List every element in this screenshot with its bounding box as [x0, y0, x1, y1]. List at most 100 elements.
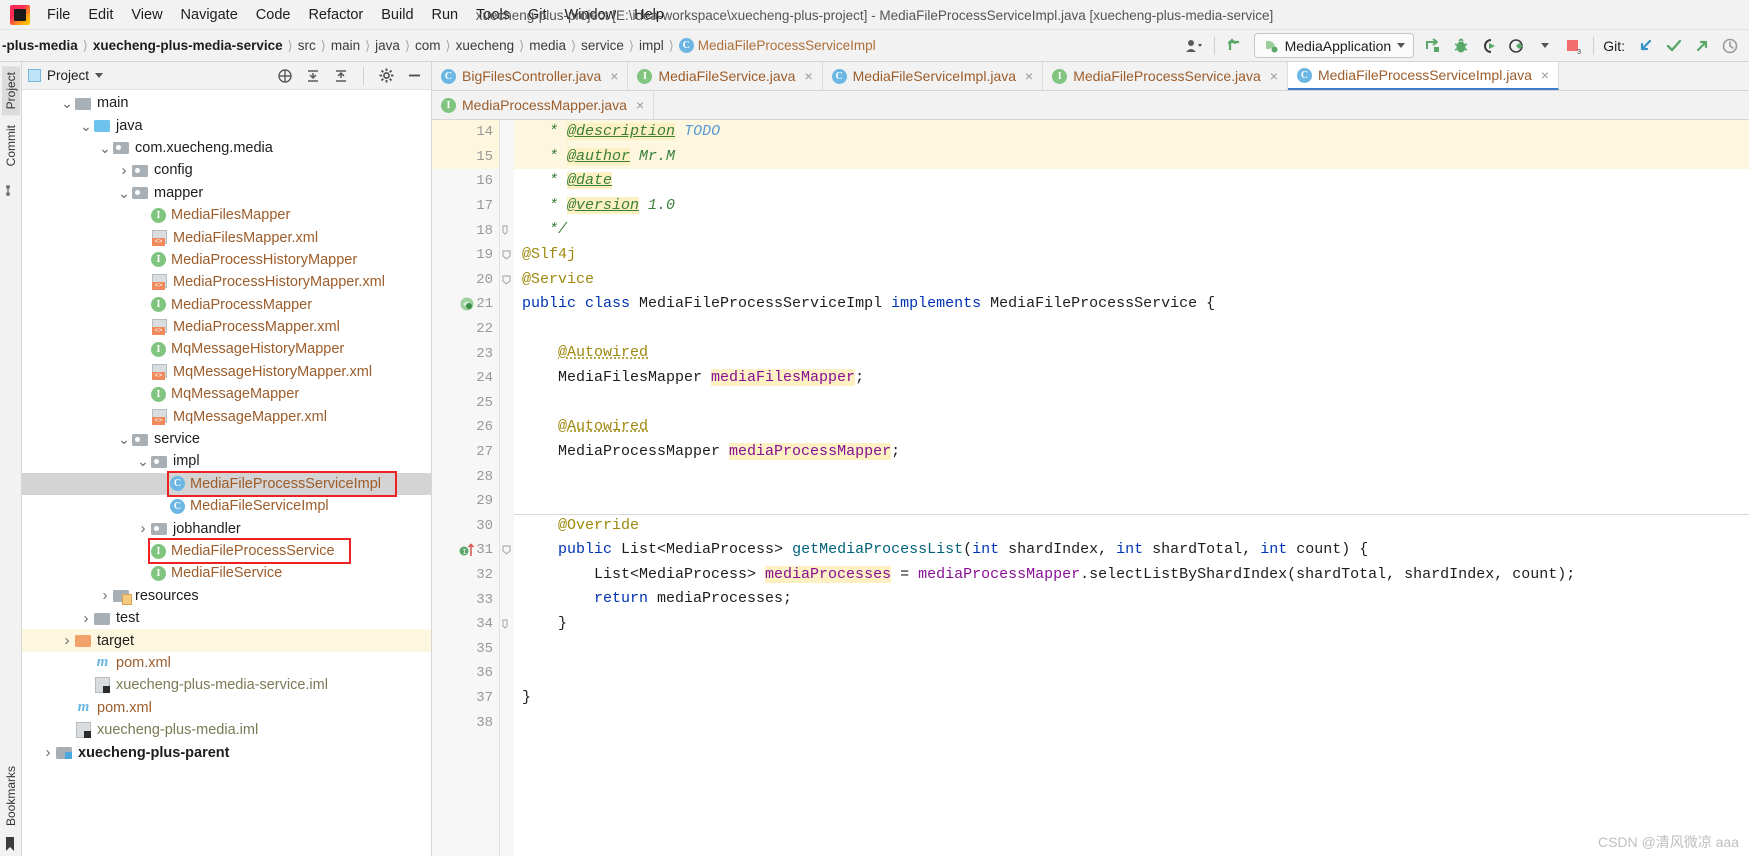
chevron-right-icon[interactable]: › [135, 520, 151, 537]
line-number[interactable]: 30 [432, 514, 499, 539]
git-push-icon[interactable] [1689, 34, 1715, 58]
line-number[interactable]: 29 [432, 489, 499, 514]
tree-node[interactable]: I MediaProcessMapper [22, 294, 431, 316]
code-line[interactable] [514, 636, 1749, 661]
menu-refactor[interactable]: Refactor [299, 3, 372, 27]
breadcrumb-item-4[interactable]: java [371, 38, 404, 53]
code-line[interactable]: * @version 1.0 [514, 194, 1749, 219]
tree-node[interactable]: C MediaFileProcessServiceImpl [22, 472, 431, 496]
tree-node[interactable]: ⌄ java [22, 114, 431, 136]
tree-node[interactable]: MqMessageMapper.xml [22, 405, 431, 427]
project-tree[interactable]: ⌄ main ⌄ java ⌄ com.xuecheng.media › config ⌄ map… [22, 90, 431, 856]
collapse-all-icon[interactable] [330, 65, 352, 87]
chevron-down-icon[interactable]: ⌄ [116, 186, 132, 200]
line-number[interactable]: 15 [432, 144, 499, 170]
tree-node[interactable]: xuecheng-plus-media.iml [22, 719, 431, 741]
user-accounts-icon[interactable] [1181, 34, 1207, 58]
tree-node[interactable]: › resources [22, 585, 431, 607]
line-number[interactable]: 28 [432, 464, 499, 489]
line-number[interactable]: 37 [432, 686, 499, 711]
spring-bean-icon[interactable] [459, 296, 475, 312]
tree-node[interactable]: MediaFilesMapper.xml [22, 226, 431, 248]
close-icon[interactable]: × [1538, 67, 1549, 83]
tree-node[interactable]: I MqMessageHistoryMapper [22, 338, 431, 360]
tree-node[interactable]: › target [22, 629, 431, 652]
line-number[interactable]: 38 [432, 710, 499, 735]
chevron-right-icon[interactable]: › [59, 632, 75, 649]
breadcrumb-item-9[interactable]: impl [635, 38, 668, 53]
tree-node[interactable]: MqMessageHistoryMapper.xml [22, 361, 431, 383]
close-icon[interactable]: × [633, 97, 644, 113]
editor-tab[interactable]: I MediaProcessMapper.java × [432, 91, 655, 119]
code-line[interactable]: } [514, 686, 1749, 711]
breadcrumb-item-2[interactable]: src [294, 38, 320, 53]
chevron-down-icon[interactable]: ⌄ [116, 432, 132, 446]
git-history-icon[interactable] [1717, 34, 1743, 58]
code-line[interactable]: MediaProcessMapper mediaProcessMapper; [514, 440, 1749, 465]
editor-tabs-row-1[interactable]: C BigFilesController.java × I MediaFileServi… [432, 62, 1749, 91]
chevron-down-icon[interactable]: ⌄ [97, 141, 113, 155]
editor-tab[interactable]: C MediaFileProcessServiceImpl.java × [1287, 62, 1560, 90]
line-number[interactable]: 14 [432, 120, 499, 145]
code-line[interactable]: * @description TODO [514, 120, 1749, 145]
code-line[interactable]: */ [514, 218, 1749, 243]
tool-window-commit[interactable]: Commit [2, 119, 20, 172]
gear-icon[interactable] [375, 65, 397, 87]
tree-node[interactable]: MediaProcessMapper.xml [22, 316, 431, 338]
menu-view[interactable]: View [122, 3, 171, 27]
chevron-down-icon[interactable]: ⌄ [59, 96, 75, 110]
close-icon[interactable]: × [1022, 68, 1033, 84]
line-number[interactable]: 35 [432, 636, 499, 661]
code-line[interactable]: public class MediaFileProcessServiceImpl… [514, 292, 1749, 317]
fold-marker[interactable] [500, 218, 514, 243]
code-editor[interactable]: 14 15 16 17 18 19 20 21 22 23 24 25 26 27 28 29 30 31 32 33… [432, 120, 1749, 856]
line-number[interactable]: 33 [432, 587, 499, 612]
tree-node[interactable]: › test [22, 607, 431, 629]
scroll-from-source-icon[interactable] [274, 65, 296, 87]
line-number[interactable]: 24 [432, 366, 499, 391]
breadcrumb-item-3[interactable]: main [327, 38, 364, 53]
fold-marker[interactable] [500, 243, 514, 268]
line-number-gutter[interactable]: 14 15 16 17 18 19 20 21 22 23 24 25 26 27 28 29 30 31 32 33… [432, 120, 500, 856]
line-number[interactable]: 23 [432, 341, 499, 366]
line-number[interactable]: 17 [432, 194, 499, 219]
git-update-icon[interactable] [1633, 34, 1659, 58]
code-line[interactable]: @Autowired [514, 415, 1749, 440]
menu-file[interactable]: File [38, 3, 79, 27]
fold-marker[interactable] [500, 538, 514, 563]
code-line[interactable]: MediaFilesMapper mediaFilesMapper; [514, 366, 1749, 391]
code-line[interactable]: List<MediaProcess> mediaProcesses = medi… [514, 563, 1749, 588]
breadcrumb-item-6[interactable]: xuecheng [452, 38, 519, 53]
editor-tabs-row-2[interactable]: I MediaProcessMapper.java × [432, 91, 1749, 120]
code-content[interactable]: * @description TODO * @author Mr.M * @da… [514, 120, 1749, 856]
editor-tab[interactable]: I MediaFileService.java × [628, 62, 823, 90]
line-number[interactable]: 32 [432, 563, 499, 588]
chevron-down-icon[interactable]: ⌄ [135, 454, 151, 468]
run-with-coverage-icon[interactable] [1476, 34, 1502, 58]
chevron-down-icon[interactable] [1532, 34, 1558, 58]
tool-window-bookmarks[interactable]: Bookmarks [2, 760, 20, 832]
menu-help[interactable]: Help [625, 3, 673, 27]
code-line[interactable] [514, 710, 1749, 735]
code-line[interactable]: @Autowired [514, 341, 1749, 366]
chevron-down-icon[interactable]: ⌄ [78, 119, 94, 133]
editor-tab[interactable]: C MediaFileServiceImpl.java × [822, 62, 1044, 90]
code-line[interactable]: @Override [514, 514, 1749, 539]
tree-node[interactable]: I MediaProcessHistoryMapper [22, 249, 431, 271]
fold-marker[interactable] [500, 268, 514, 293]
code-line[interactable]: } [514, 612, 1749, 637]
stop-button[interactable]: 3 [1560, 34, 1586, 58]
code-line[interactable] [514, 391, 1749, 416]
line-number[interactable]: 34 [432, 612, 499, 637]
tree-node[interactable]: xuecheng-plus-media-service.iml [22, 674, 431, 696]
tree-node[interactable]: ⌄ impl [22, 450, 431, 472]
tree-node[interactable]: m pom.xml [22, 697, 431, 719]
code-line[interactable]: return mediaProcesses; [514, 587, 1749, 612]
code-line[interactable] [514, 464, 1749, 489]
menu-build[interactable]: Build [372, 3, 422, 27]
menu-run[interactable]: Run [423, 3, 468, 27]
update-project-icon[interactable] [1222, 34, 1248, 58]
bookmark-icon[interactable] [4, 836, 18, 852]
chevron-right-icon[interactable]: › [78, 610, 94, 627]
tree-node[interactable]: I MediaFileProcessService [22, 540, 431, 562]
